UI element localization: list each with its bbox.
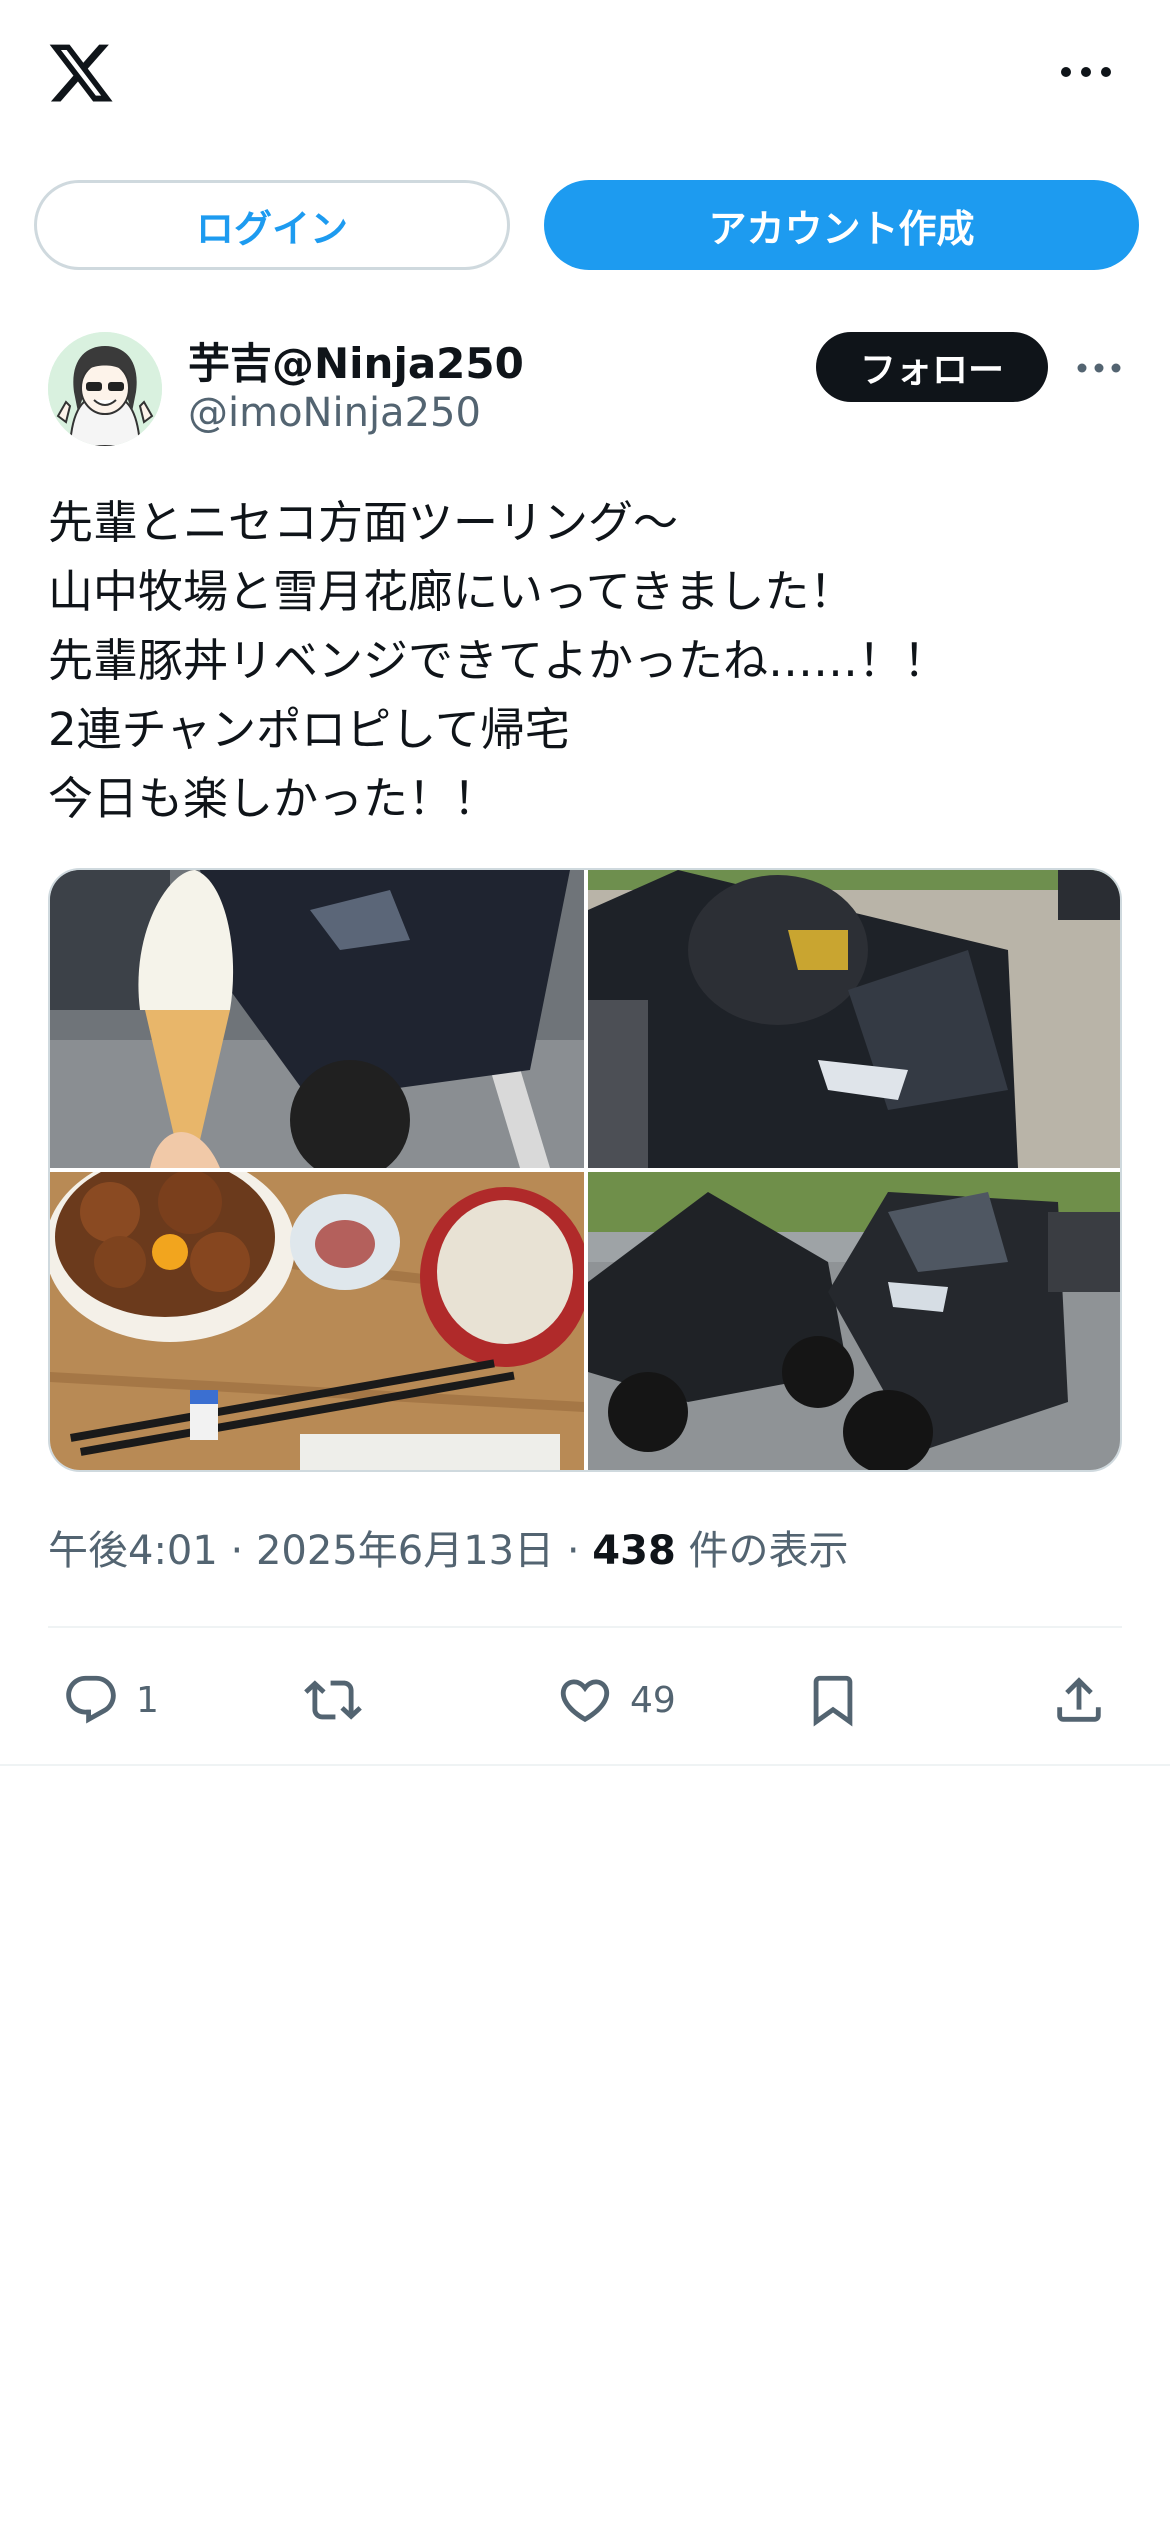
views-count: 438 [592,1528,676,1574]
post-time[interactable]: 午後4:01 [48,1528,218,1574]
author-handle[interactable]: @imoNinja250 [188,390,481,436]
meta-separator: · [554,1528,593,1574]
share-button[interactable] [1050,1660,1108,1740]
heart-icon [560,1679,610,1723]
bookmark-button[interactable] [804,1660,862,1740]
x-logo-icon[interactable] [46,38,116,108]
avatar[interactable] [48,332,162,446]
login-button[interactable]: ログイン [34,180,510,270]
reply-icon [66,1675,116,1724]
more-horizontal-icon[interactable] [1056,52,1116,92]
top-bar [0,0,1170,150]
bookmark-icon [813,1675,853,1727]
post-header: 芋吉@Ninja250 @imoNinja250 フォロー [0,320,1170,450]
media-photo-ninja-helmet[interactable] [588,870,1120,1168]
post-meta: 午後4:01 · 2025年6月13日 · 438 件の表示 [48,1518,849,1576]
divider [0,1764,1170,1766]
follow-button[interactable]: フォロー [816,332,1048,402]
author-display-name[interactable]: 芋吉@Ninja250 [188,330,524,391]
post-text-line: 2連チャンポロピして帰宅 [48,703,570,756]
like-count: 49 [630,1679,676,1721]
media-gap-horizontal [50,1168,1120,1172]
like-button[interactable]: 49 [556,1660,676,1740]
media-photo-ice-cream[interactable] [50,870,584,1168]
post-text-line: 今日も楽しかった！！ [48,772,499,825]
post-text: 先輩とニセコ方面ツーリング〜 山中牧場と雪月花廊にいってきました！ 先輩豚丼リベ… [48,488,1128,833]
meta-separator: · [217,1528,256,1574]
views-label: 件の表示 [675,1528,849,1574]
reply-button[interactable]: 1 [62,1660,159,1740]
signup-button[interactable]: アカウント作成 [544,180,1139,270]
reply-count: 1 [136,1679,159,1721]
retweet-button[interactable] [304,1660,378,1740]
divider [48,1626,1122,1628]
media-grid [48,868,1122,1472]
auth-row: ログイン アカウント作成 [0,178,1170,274]
post-more-icon[interactable] [1074,354,1124,382]
retweet-icon [304,1680,362,1720]
post-text-line: 先輩豚丼リベンジできてよかったね……！！ [48,634,949,687]
media-photo-two-bikes[interactable] [588,1172,1120,1470]
post-text-line: 山中牧場と雪月花廊にいってきました！ [48,565,855,618]
media-photo-butadon[interactable] [50,1172,584,1470]
share-icon [1057,1677,1101,1722]
post-text-line: 先輩とニセコ方面ツーリング〜 [48,496,679,549]
action-bar: 1 49 [0,1660,1170,1740]
post-date[interactable]: 2025年6月13日 [256,1528,554,1574]
